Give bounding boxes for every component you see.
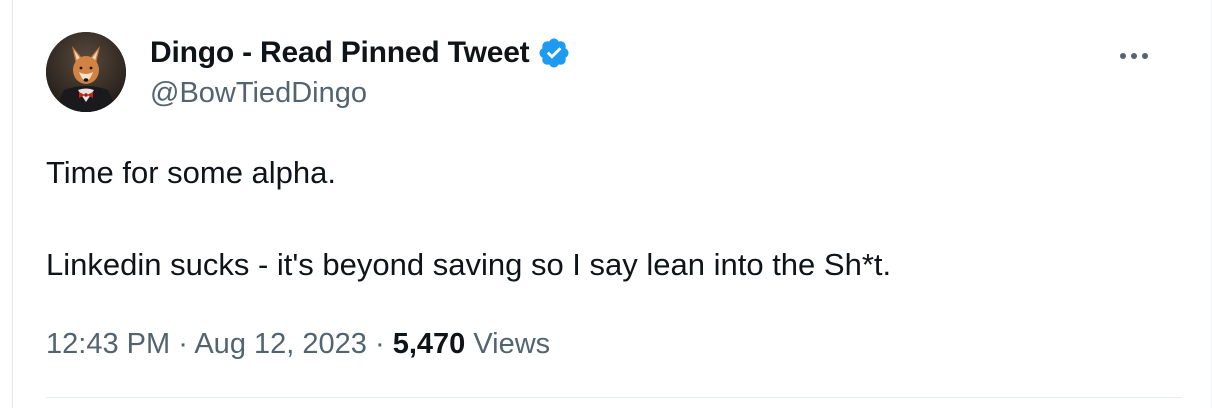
avatar[interactable] [46, 32, 126, 112]
views-label: Views [473, 328, 551, 360]
views-count[interactable]: 5,470 [393, 328, 466, 360]
tweet-header: Dingo - Read Pinned Tweet @BowTiedDingo [46, 32, 1182, 114]
more-options-icon[interactable] [1114, 44, 1154, 68]
tweet-card: Dingo - Read Pinned Tweet @BowTiedDingo … [0, 0, 1212, 408]
dingo-avatar-image [46, 32, 126, 112]
display-name-row: Dingo - Read Pinned Tweet [150, 32, 571, 74]
verified-badge-icon[interactable] [537, 36, 571, 70]
meta-separator: · [374, 328, 385, 360]
author-names: Dingo - Read Pinned Tweet @BowTiedDingo [150, 32, 571, 110]
tweet-time[interactable]: 12:43 PM [46, 328, 170, 360]
tweet-text: Time for some alpha. Linkedin sucks - it… [46, 150, 1182, 288]
display-name[interactable]: Dingo - Read Pinned Tweet [150, 32, 530, 74]
tweet-line-2: Linkedin sucks - it's beyond saving so I… [46, 247, 892, 282]
tweet-line-gap [46, 196, 1182, 242]
tweet-line-1: Time for some alpha. [46, 155, 337, 190]
bottom-divider [46, 397, 1182, 398]
author-handle[interactable]: @BowTiedDingo [150, 76, 571, 110]
tweet-date[interactable]: Aug 12, 2023 [194, 328, 367, 360]
tweet-metadata: 12:43 PM · Aug 12, 2023 · 5,470 Views [46, 324, 550, 364]
meta-separator: · [178, 328, 188, 360]
left-border [12, 0, 13, 408]
